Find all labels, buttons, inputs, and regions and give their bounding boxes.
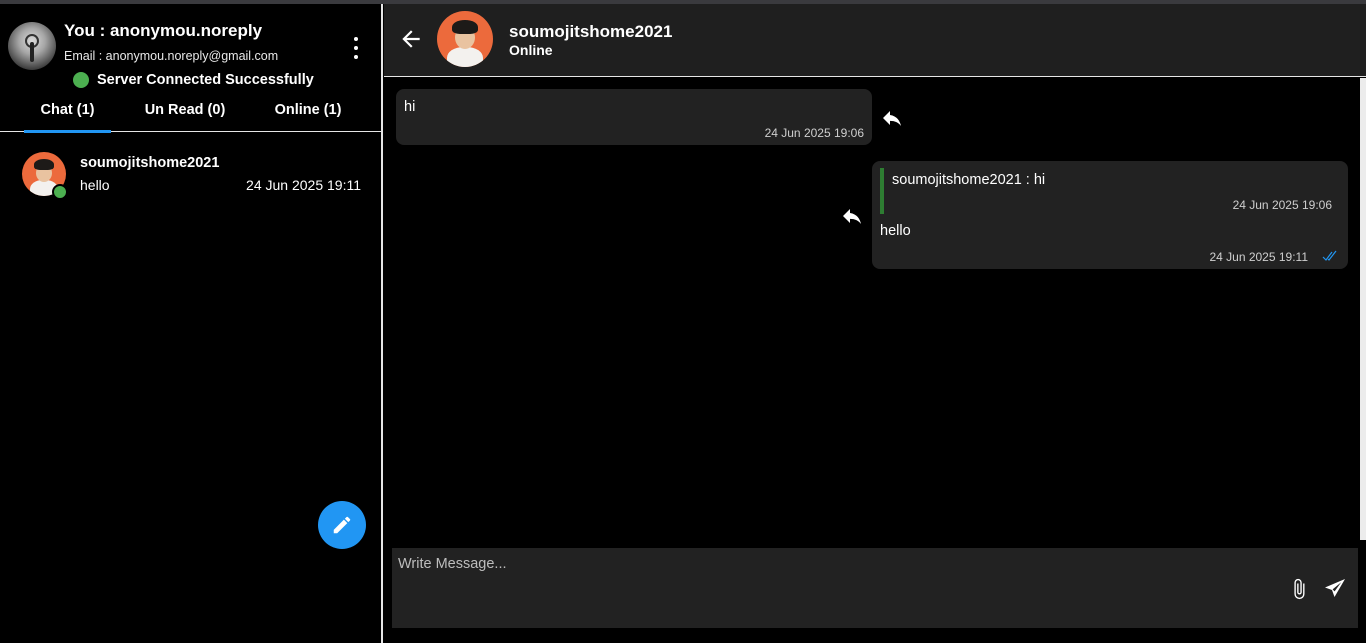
quoted-time: 24 Jun 2025 19:06 xyxy=(1232,198,1332,212)
contact-name: soumojitshome2021 xyxy=(80,155,220,171)
quoted-text: soumojitshome2021 : hi xyxy=(892,172,1046,188)
status-dot-icon xyxy=(73,72,89,88)
tab-chat[interactable]: Chat (1) xyxy=(24,96,111,133)
contact-avatar[interactable] xyxy=(437,11,493,67)
reply-icon[interactable] xyxy=(838,204,866,228)
tab-unread[interactable]: Un Read (0) xyxy=(132,96,238,132)
last-message: hello xyxy=(80,177,110,193)
outgoing-message[interactable]: soumojitshome2021 : hi 24 Jun 2025 19:06… xyxy=(872,161,1348,269)
message-time: 24 Jun 2025 19:11 xyxy=(1209,250,1308,264)
server-status: Server Connected Successfully xyxy=(73,72,314,88)
message-text: hi xyxy=(404,99,416,115)
quoted-message[interactable]: soumojitshome2021 : hi 24 Jun 2025 19:06 xyxy=(880,168,1340,214)
contact-name: soumojitshome2021 xyxy=(509,22,673,41)
message-time: 24 Jun 2025 19:06 xyxy=(764,126,864,140)
user-title: You : anonymou.noreply xyxy=(64,21,263,40)
send-icon[interactable] xyxy=(1323,577,1347,601)
user-avatar[interactable] xyxy=(8,22,56,70)
new-chat-button[interactable] xyxy=(318,501,366,549)
conversation-header: soumojitshome2021 Online xyxy=(384,4,1366,77)
chat-sidebar: You : anonymou.noreply Email : anonymou.… xyxy=(0,4,383,643)
message-input[interactable] xyxy=(398,556,1268,616)
last-message-time: 24 Jun 2025 19:11 xyxy=(246,177,361,193)
message-text: hello xyxy=(880,223,911,239)
paperclip-icon[interactable] xyxy=(1288,577,1310,601)
pencil-icon xyxy=(333,516,351,534)
tab-online[interactable]: Online (1) xyxy=(264,96,352,132)
contact-status: Online xyxy=(509,42,553,58)
message-list[interactable] xyxy=(384,78,1360,540)
chat-list-item[interactable]: soumojitshome2021 hello 24 Jun 2025 19:1… xyxy=(0,144,381,208)
online-indicator xyxy=(52,184,68,200)
server-status-text: Server Connected Successfully xyxy=(97,72,314,88)
arrow-left-icon[interactable] xyxy=(398,26,424,52)
incoming-message[interactable]: hi 24 Jun 2025 19:06 xyxy=(396,89,872,145)
kebab-menu-icon[interactable] xyxy=(346,36,366,60)
user-email: Email : anonymou.noreply@gmail.com xyxy=(64,49,279,63)
chat-tabs: Chat (1) Un Read (0) Online (1) xyxy=(0,96,381,133)
scrollbar[interactable] xyxy=(1360,78,1366,540)
message-composer xyxy=(392,548,1358,628)
reply-icon[interactable] xyxy=(878,106,906,130)
double-check-icon xyxy=(1322,250,1337,261)
